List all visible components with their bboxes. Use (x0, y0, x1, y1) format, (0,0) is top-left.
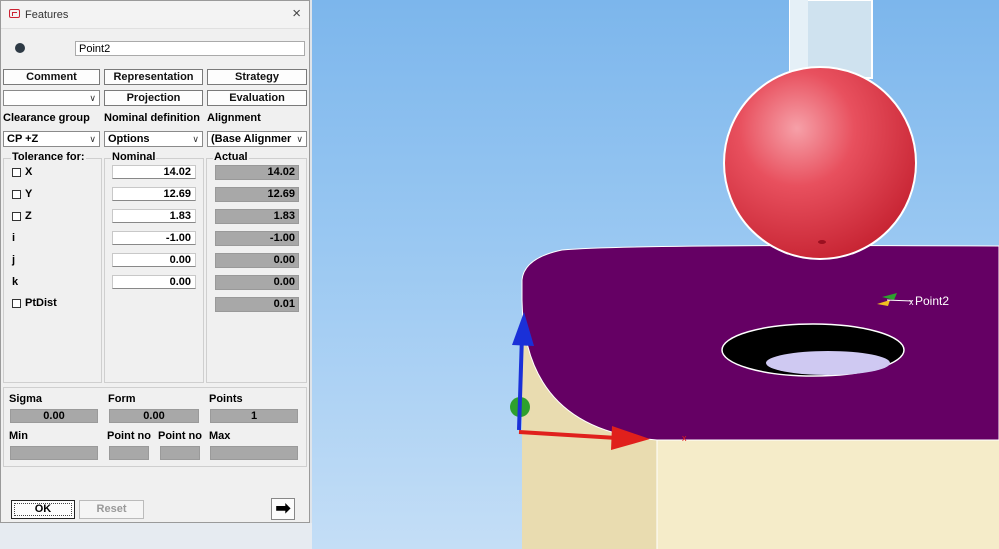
nominal-header: Nominal (111, 151, 157, 163)
tolerance-checkbox-z[interactable] (12, 212, 21, 221)
points-label: Points (209, 393, 243, 405)
actual-x-value: 14.02 (215, 165, 299, 180)
form-value: 0.00 (109, 409, 199, 423)
tolerance-checkbox-ptdist[interactable] (12, 299, 21, 308)
ok-button[interactable]: OK (11, 500, 75, 519)
form-label: Form (108, 393, 136, 405)
representation-button[interactable]: Representation (104, 69, 203, 85)
comment-button[interactable]: Comment (3, 69, 100, 85)
nominal-x-field[interactable]: 14.02 (112, 165, 196, 179)
sigma-label: Sigma (9, 393, 43, 405)
clearance-group-dropdown[interactable]: CP +Z ∨ (3, 131, 100, 147)
tolerance-for-label: Tolerance for: (11, 151, 86, 163)
point-feature-icon (15, 43, 25, 53)
next-arrow-button[interactable]: ➡ (271, 498, 295, 520)
reset-button[interactable]: Reset (79, 500, 144, 519)
row-label-z: Z (25, 210, 32, 222)
actual-j-value: 0.00 (215, 253, 299, 268)
actual-i-value: -1.00 (215, 231, 299, 246)
model-scene: x x Point2 (510, 0, 999, 549)
features-dialog: Features × Point2 Comment Representation… (0, 0, 310, 523)
chevron-down-icon: ∨ (192, 134, 199, 144)
min-point-no-value (109, 446, 149, 460)
title-bar: Features × (1, 1, 309, 29)
evaluation-button[interactable]: Evaluation (207, 90, 307, 106)
chevron-down-icon: ∨ (89, 134, 96, 144)
row-label-i: i (12, 232, 16, 244)
actual-y-value: 12.69 (215, 187, 299, 202)
sigma-value: 0.00 (10, 409, 98, 423)
actual-header: Actual (213, 151, 249, 163)
row-label-ptdist: PtDist (25, 297, 57, 309)
row-label-y: Y (25, 188, 33, 200)
min-value (10, 446, 98, 460)
min-label: Min (9, 430, 28, 442)
max-label: Max (209, 430, 231, 442)
nominal-y-field[interactable]: 12.69 (112, 187, 196, 201)
alignment-dropdown[interactable]: (Base Alignmer ∨ (207, 131, 307, 147)
close-icon[interactable]: × (292, 5, 301, 22)
actual-k-value: 0.00 (215, 275, 299, 290)
actual-z-value: 1.83 (215, 209, 299, 224)
max-value (210, 446, 298, 460)
points-value: 1 (210, 409, 298, 423)
projection-button[interactable]: Projection (104, 90, 203, 106)
nominal-definition-dropdown[interactable]: Options ∨ (104, 131, 203, 147)
max-point-no-value (160, 446, 200, 460)
blank-dropdown[interactable]: ∨ (3, 90, 100, 106)
nominal-i-field[interactable]: -1.00 (112, 231, 196, 245)
arrow-right-icon: ➡ (275, 498, 291, 518)
clearance-group-label: Clearance group (3, 112, 90, 124)
nominal-k-field[interactable]: 0.00 (112, 275, 196, 289)
max-point-no-label: Point no (158, 430, 202, 442)
row-label-k: k (12, 276, 19, 288)
row-label-x: X (25, 166, 33, 178)
nominal-z-field[interactable]: 1.83 (112, 209, 196, 223)
tolerance-checkbox-x[interactable] (12, 168, 21, 177)
svg-text:x: x (682, 433, 687, 443)
desktop-background-strip (0, 523, 312, 549)
probe-ball (723, 66, 917, 260)
cad-3d-viewport[interactable]: x x Point2 (312, 0, 999, 549)
hole-bottom (766, 351, 890, 375)
actual-ptdist-value: 0.01 (215, 297, 299, 312)
nominal-j-field[interactable]: 0.00 (112, 253, 196, 267)
min-point-no-label: Point no (107, 430, 151, 442)
chevron-down-icon: ∨ (89, 93, 96, 103)
point-label: Point2 (915, 294, 949, 308)
chevron-down-icon: ∨ (296, 134, 303, 144)
nominal-definition-label: Nominal definition (104, 112, 200, 124)
svg-text:x: x (909, 297, 914, 307)
dialog-title: Features (25, 9, 69, 21)
row-label-j: j (12, 254, 16, 266)
feature-name-field[interactable]: Point2 (75, 41, 305, 56)
app-icon (9, 9, 20, 18)
strategy-button[interactable]: Strategy (207, 69, 307, 85)
tolerance-checkbox-y[interactable] (12, 190, 21, 199)
alignment-label: Alignment (207, 112, 261, 124)
